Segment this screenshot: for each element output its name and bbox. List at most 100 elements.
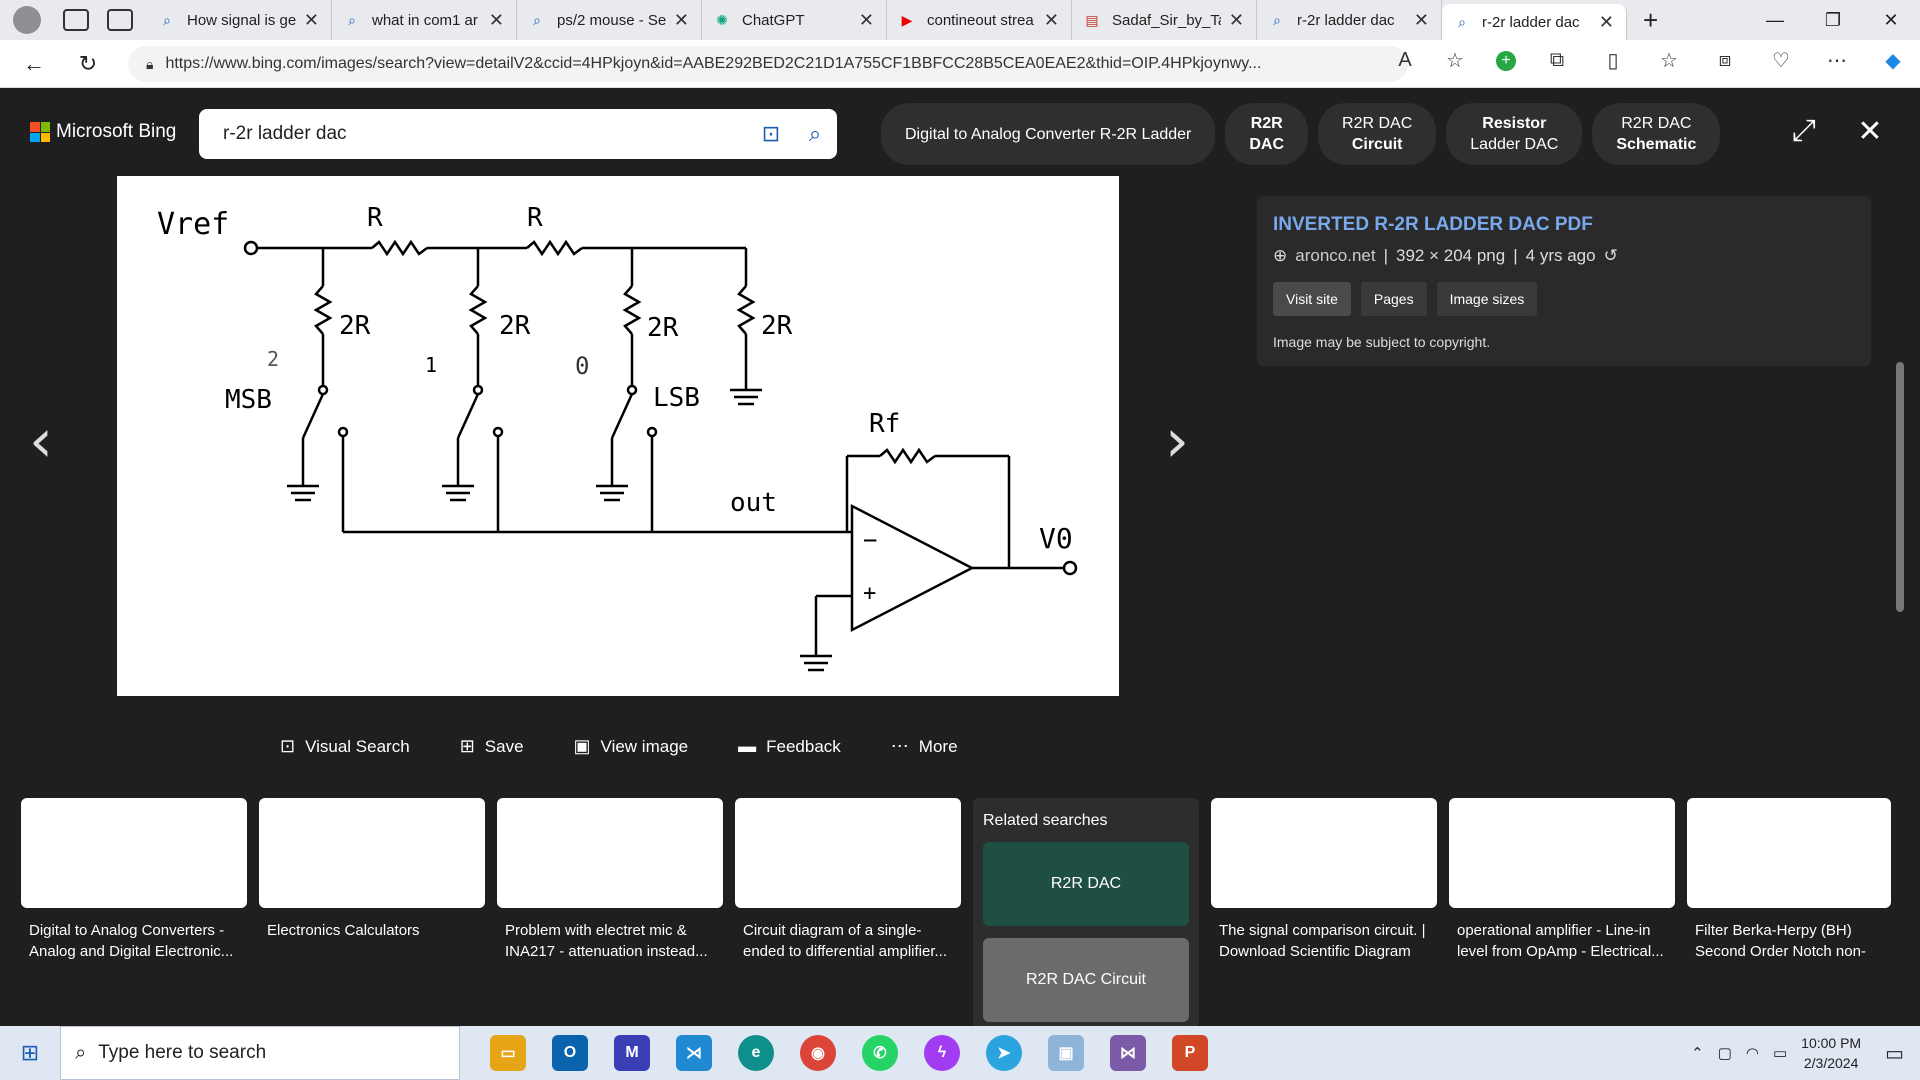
show-hidden-icons-icon[interactable]: ⌃ <box>1691 1044 1704 1062</box>
view-image-button[interactable]: ▣ View image <box>574 736 689 757</box>
system-clock[interactable]: 10:00 PM 2/3/2024 <box>1801 1033 1861 1073</box>
thumbnail-caption[interactable]: Electronics Calculators <box>259 920 485 964</box>
copilot-icon[interactable]: ◆ <box>1878 48 1908 73</box>
pages-button[interactable]: Pages <box>1360 282 1427 316</box>
read-aloud-icon[interactable]: A <box>1390 49 1420 72</box>
close-viewer-icon[interactable]: ✕ <box>1850 114 1890 149</box>
window-close-icon[interactable]: ✕ <box>1862 0 1920 40</box>
windows-start-icon[interactable]: ⊞ <box>0 1040 60 1066</box>
related-search-tile[interactable]: R2R DAC <box>983 842 1189 926</box>
whatsapp-icon[interactable]: ✆ <box>862 1035 898 1071</box>
workspaces-icon[interactable] <box>63 9 89 31</box>
refresh-icon[interactable]: ↻ <box>68 51 108 77</box>
related-pill[interactable]: Resistor Ladder DAC <box>1446 103 1583 165</box>
taskbar-search-input[interactable]: ⌕ Type here to search <box>60 1026 460 1080</box>
browser-tab[interactable]: ⌕ r-2r ladder dac ✕ <box>1257 0 1442 40</box>
preview-image[interactable]: Vref R R 2R 2R 2R 2R MSB LSB 2 1 0 Rf ou… <box>117 176 1119 696</box>
related-image-card[interactable]: Circuit diagram of a single-ended to dif… <box>735 798 961 1028</box>
device-icon[interactable]: ▢ <box>1718 1044 1732 1062</box>
bing-logo[interactable]: Microsoft Bing <box>30 121 176 143</box>
extensions-icon[interactable]: ⧉ <box>1542 49 1572 72</box>
visit-site-button[interactable]: Visit site <box>1273 282 1351 316</box>
close-icon[interactable]: ✕ <box>1044 10 1059 31</box>
outlook-icon[interactable]: O <box>552 1035 588 1071</box>
close-icon[interactable]: ✕ <box>1414 10 1429 31</box>
browser-tab[interactable]: ⌕ How signal is ge ✕ <box>147 0 332 40</box>
profile-avatar[interactable] <box>13 6 41 34</box>
thumbnail-caption[interactable]: operational amplifier - Line-in level fr… <box>1449 920 1675 964</box>
favorite-star-icon[interactable]: ☆ <box>1440 48 1470 73</box>
thumbnail-caption[interactable]: Circuit diagram of a single-ended to dif… <box>735 920 961 964</box>
close-icon[interactable]: ✕ <box>674 10 689 31</box>
thumbnail-caption[interactable]: Digital to Analog Converters - Analog an… <box>21 920 247 964</box>
related-image-card[interactable]: operational amplifier - Line-in level fr… <box>1449 798 1675 1028</box>
chrome-icon[interactable]: ◉ <box>800 1035 836 1071</box>
app-icon[interactable]: ▣ <box>1048 1035 1084 1071</box>
thumbnail-image[interactable] <box>1687 798 1891 908</box>
lock-icon[interactable]: 🔒︎ <box>146 56 153 73</box>
messenger-icon[interactable]: ϟ <box>924 1035 960 1071</box>
browser-tab-active[interactable]: ⌕ r-2r ladder dac ✕ <box>1442 4 1627 40</box>
source-site-link[interactable]: aronco.net <box>1295 246 1375 266</box>
save-button[interactable]: ⊞ Save <box>460 736 524 757</box>
file-explorer-icon[interactable]: ▭ <box>490 1035 526 1071</box>
related-image-card[interactable]: Problem with electret mic & INA217 - att… <box>497 798 723 1028</box>
edge-icon[interactable]: e <box>738 1035 774 1071</box>
image-title-link[interactable]: INVERTED R-2R LADDER DAC PDF <box>1273 214 1855 236</box>
thumbnail-image[interactable] <box>1449 798 1675 908</box>
wifi-icon[interactable]: ◠ <box>1746 1044 1759 1062</box>
close-icon[interactable]: ✕ <box>1599 12 1614 33</box>
minimize-icon[interactable]: — <box>1746 0 1804 40</box>
more-button[interactable]: ⋯ More <box>891 736 958 757</box>
close-icon[interactable]: ✕ <box>489 10 504 31</box>
vscode-icon[interactable]: ⋊ <box>676 1035 712 1071</box>
thumbnail-image[interactable] <box>497 798 723 908</box>
battery-icon[interactable]: ▭ <box>1773 1044 1787 1062</box>
browser-tab[interactable]: ⌕ what in com1 ar ✕ <box>332 0 517 40</box>
browser-tab[interactable]: ▤ Sadaf_Sir_by_Ta ✕ <box>1072 0 1257 40</box>
next-image-icon[interactable]: › <box>1165 406 1189 476</box>
search-input[interactable]: r-2r ladder dac ⊡ ⌕ <box>199 109 837 159</box>
favorites-icon[interactable]: ☆ <box>1654 48 1684 73</box>
tab-actions-icon[interactable] <box>107 9 133 31</box>
related-image-card[interactable]: Digital to Analog Converters - Analog an… <box>21 798 247 1028</box>
powerpoint-icon[interactable]: P <box>1172 1035 1208 1071</box>
viewer-scrollbar[interactable] <box>1896 362 1904 612</box>
telegram-icon[interactable]: ➤ <box>986 1035 1022 1071</box>
related-pill[interactable]: R2R DAC <box>1225 103 1309 165</box>
thumbnail-image[interactable] <box>21 798 247 908</box>
related-image-card[interactable]: Filter Berka-Herpy (BH) Second Order Not… <box>1687 798 1891 1028</box>
search-icon[interactable]: ⌕ <box>793 121 837 147</box>
related-image-card[interactable]: The signal comparison circuit. | Downloa… <box>1211 798 1437 1028</box>
thumbnail-image[interactable] <box>1211 798 1437 908</box>
thumbnail-caption[interactable]: The signal comparison circuit. | Downloa… <box>1211 920 1437 964</box>
thumbnail-caption[interactable]: Problem with electret mic & INA217 - att… <box>497 920 723 964</box>
thumbnail-caption[interactable]: Filter Berka-Herpy (BH) Second Order Not… <box>1687 920 1891 964</box>
thumbnail-image[interactable] <box>735 798 961 908</box>
image-sizes-button[interactable]: Image sizes <box>1436 282 1538 316</box>
restore-icon[interactable]: ❐ <box>1804 0 1862 40</box>
close-icon[interactable]: ✕ <box>859 10 874 31</box>
browser-tab[interactable]: ⌕ ps/2 mouse - Se ✕ <box>517 0 702 40</box>
related-image-card[interactable]: Electronics Calculators <box>259 798 485 1028</box>
url-text[interactable]: https://www.bing.com/images/search?view=… <box>165 55 1345 73</box>
browser-tab[interactable]: ▶ contineout strea ✕ <box>887 0 1072 40</box>
collections-icon[interactable]: ⧈ <box>1710 49 1740 72</box>
search-query[interactable]: r-2r ladder dac <box>223 123 749 145</box>
feedback-button[interactable]: ▬ Feedback <box>738 736 841 757</box>
related-pill[interactable]: R2R DAC Circuit <box>1318 103 1437 165</box>
new-tab-icon[interactable]: + <box>1643 5 1658 36</box>
performance-icon[interactable]: ♡ <box>1766 48 1796 73</box>
url-field[interactable]: 🔒︎ https://www.bing.com/images/search?vi… <box>128 46 1408 82</box>
visual-search-camera-icon[interactable]: ⊡ <box>749 121 793 147</box>
add-extension-icon[interactable]: + <box>1496 50 1516 71</box>
more-menu-icon[interactable]: ⋯ <box>1822 48 1852 73</box>
close-icon[interactable]: ✕ <box>304 10 319 31</box>
browser-tab[interactable]: ✺ ChatGPT ✕ <box>702 0 887 40</box>
related-search-tile[interactable]: R2R DAC Circuit <box>983 938 1189 1022</box>
thumbnail-image[interactable] <box>259 798 485 908</box>
previous-image-icon[interactable]: ‹ <box>29 406 53 476</box>
related-pill[interactable]: Digital to Analog Converter R-2R Ladder <box>881 103 1216 165</box>
app-icon[interactable]: M <box>614 1035 650 1071</box>
notifications-icon[interactable]: ▭ <box>1885 1041 1904 1066</box>
